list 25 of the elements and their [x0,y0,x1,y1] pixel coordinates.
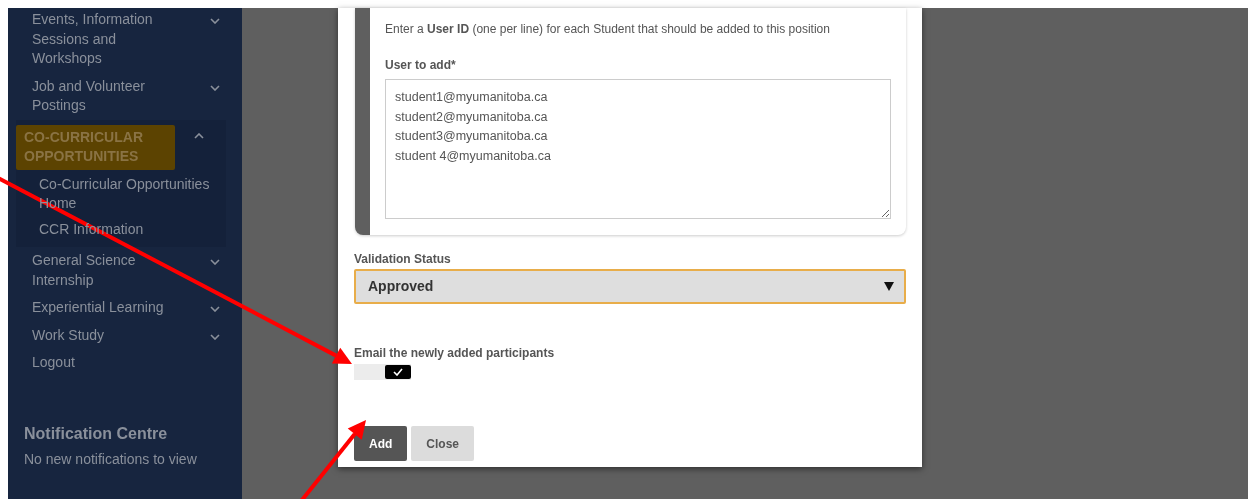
sidebar-item[interactable]: Logout [16,353,176,373]
add-button[interactable]: Add [354,426,408,461]
notification-message: No new notifications to view [24,449,198,469]
dropdown-caret-icon [884,282,894,291]
notification-title: Notification Centre [24,423,169,444]
field-label: Validation Status [354,251,452,268]
sidebar-item[interactable]: General Science Internship [16,251,176,290]
instruction-text: Enter a User ID (one per line) for each Student that should be added to this position [385,21,831,38]
chevron-down-icon [210,18,220,24]
field-label: Email the newly added participants [354,345,556,362]
validation-status-select[interactable]: Approved [354,269,906,304]
close-button[interactable]: Close [411,426,474,461]
check-icon [393,368,403,376]
chevron-down-icon [210,84,220,91]
chevron-down-icon [210,306,220,312]
user-id-field[interactable]: student1@myumanitoba.ca student2@myumanitoba.ca student3@myumanitoba.ca student 4@myumanitoba.ca [385,79,891,219]
sidebar-item[interactable]: Job and Volunteer Postings [16,76,176,116]
chevron-up-icon [194,132,204,139]
email-toggle[interactable] [354,364,411,380]
field-label: User to add* [385,57,457,74]
sidebar-item[interactable]: Work Study [16,325,176,345]
sidebar-item[interactable]: Experiential Learning [16,298,176,318]
chevron-down-icon [210,259,220,265]
sidebar-item[interactable]: Events, Information Sessions and Workshops [16,10,176,69]
chevron-down-icon [210,333,220,340]
